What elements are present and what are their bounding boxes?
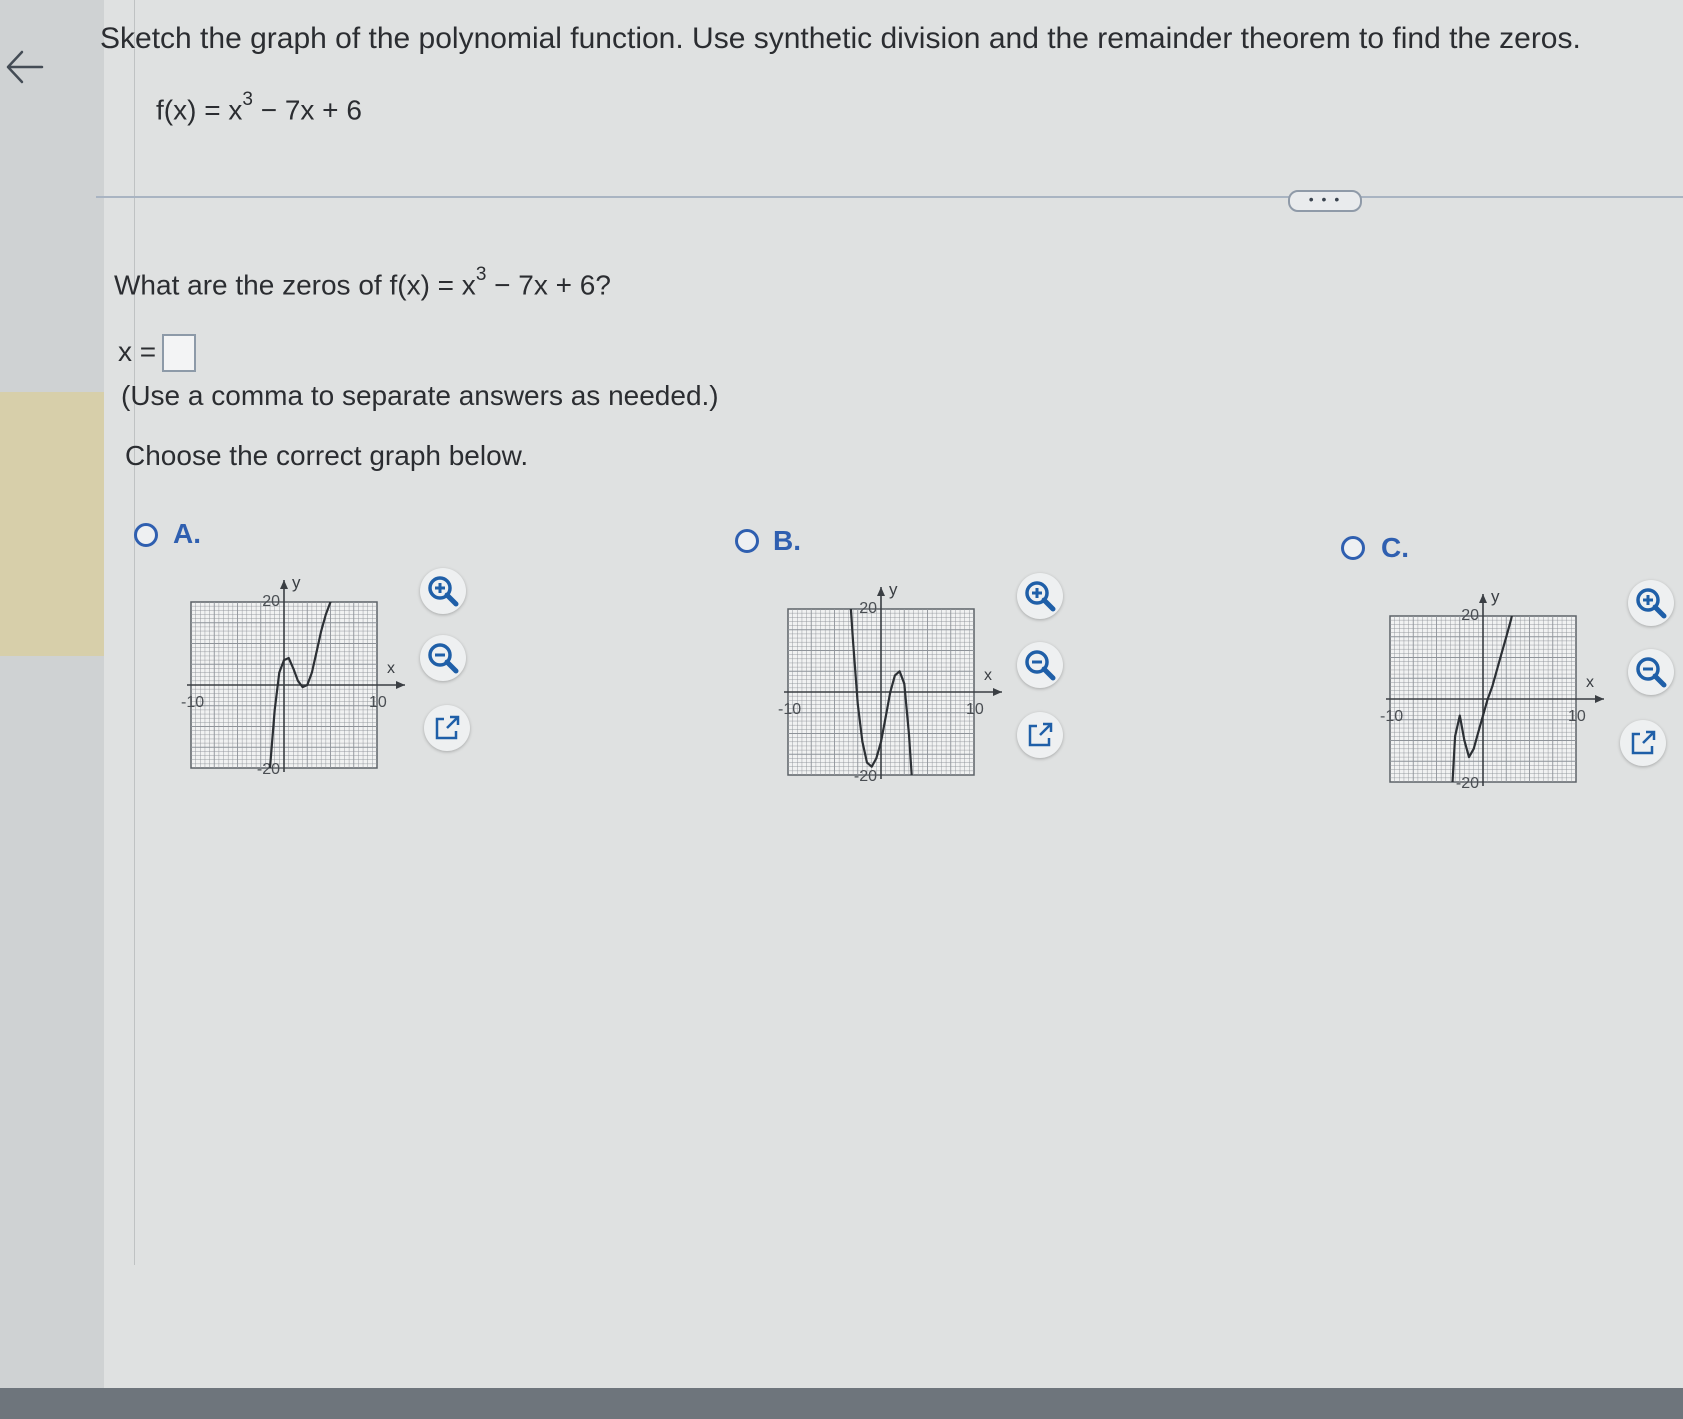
option-a-radio[interactable] <box>134 523 158 547</box>
external-link-icon <box>1631 730 1656 755</box>
y-axis-arrow <box>877 587 885 596</box>
option-c-zoom-out-button[interactable] <box>1628 649 1674 695</box>
function-formula: f(x) = x3 − 7x + 6 <box>156 89 362 126</box>
option-a-open-button[interactable] <box>424 705 470 751</box>
zoom-in-icon <box>1636 588 1667 619</box>
x-axis-arrow <box>993 688 1002 696</box>
y-axis-label: y <box>1491 587 1500 606</box>
zoom-in-icon <box>1025 581 1056 612</box>
option-c-label[interactable]: C. <box>1381 532 1409 564</box>
left-panel <box>0 0 104 1419</box>
x-min-label: -10 <box>181 694 204 711</box>
option-b-graph[interactable]: x y 20 -20 -10 10 <box>770 573 1020 783</box>
x-max-label: 10 <box>369 694 387 711</box>
y-axis-label: y <box>889 580 898 599</box>
x-axis-arrow <box>1595 695 1604 703</box>
y-min-label: -20 <box>1456 775 1479 790</box>
external-link-icon <box>435 715 460 740</box>
x-axis-label: x <box>387 660 395 677</box>
option-b-open-button[interactable] <box>1017 712 1063 758</box>
section-divider <box>96 196 1683 198</box>
x-min-label: -10 <box>778 701 801 718</box>
zeros-question: What are the zeros of f(x) = x3 − 7x + 6… <box>114 264 611 301</box>
y-max-label: 20 <box>859 600 877 617</box>
content-border <box>134 0 135 1265</box>
y-axis-arrow <box>1479 594 1487 603</box>
x-max-label: 10 <box>1568 708 1586 725</box>
x-max-label: 10 <box>966 701 984 718</box>
y-axis-arrow <box>280 580 288 589</box>
y-axis-label: y <box>292 573 301 592</box>
option-a-zoom-in-button[interactable] <box>420 568 466 614</box>
option-a-graph[interactable]: x y 20 -20 -10 10 <box>173 566 423 776</box>
x-axis-label: x <box>984 667 992 684</box>
option-a-label[interactable]: A. <box>173 518 201 550</box>
zoom-in-icon <box>428 576 459 607</box>
zoom-out-icon <box>1636 657 1667 688</box>
option-c-graph[interactable]: x y 20 -20 -10 10 <box>1372 580 1622 790</box>
y-max-label: 20 <box>262 593 280 610</box>
option-b-label[interactable]: B. <box>773 525 801 557</box>
choose-prompt: Choose the correct graph below. <box>125 440 529 471</box>
zoom-out-icon <box>428 643 459 674</box>
external-link-icon <box>1028 722 1053 747</box>
x-axis-label: x <box>1586 674 1594 691</box>
option-c-radio[interactable] <box>1341 536 1365 560</box>
x-min-label: -10 <box>1380 708 1403 725</box>
x-axis-arrow <box>396 681 405 689</box>
y-max-label: 20 <box>1461 607 1479 624</box>
expand-button[interactable]: • • • <box>1288 190 1362 212</box>
zoom-out-icon <box>1025 650 1056 681</box>
option-b-zoom-out-button[interactable] <box>1017 642 1063 688</box>
back-arrow-icon[interactable] <box>4 42 44 92</box>
answer-hint: (Use a comma to separate answers as need… <box>121 380 719 411</box>
y-min-label: -20 <box>257 761 280 776</box>
option-a-zoom-out-button[interactable] <box>420 635 466 681</box>
option-c-open-button[interactable] <box>1620 720 1666 766</box>
option-b-zoom-in-button[interactable] <box>1017 573 1063 619</box>
answer-label: x = <box>118 336 157 367</box>
answer-input[interactable] <box>162 334 196 372</box>
bottom-bar <box>0 1388 1683 1419</box>
option-b-radio[interactable] <box>735 529 759 553</box>
left-panel-accent <box>0 392 104 656</box>
problem-instruction: Sketch the graph of the polynomial funct… <box>100 22 1581 55</box>
y-min-label: -20 <box>854 768 877 783</box>
option-c-zoom-in-button[interactable] <box>1628 580 1674 626</box>
